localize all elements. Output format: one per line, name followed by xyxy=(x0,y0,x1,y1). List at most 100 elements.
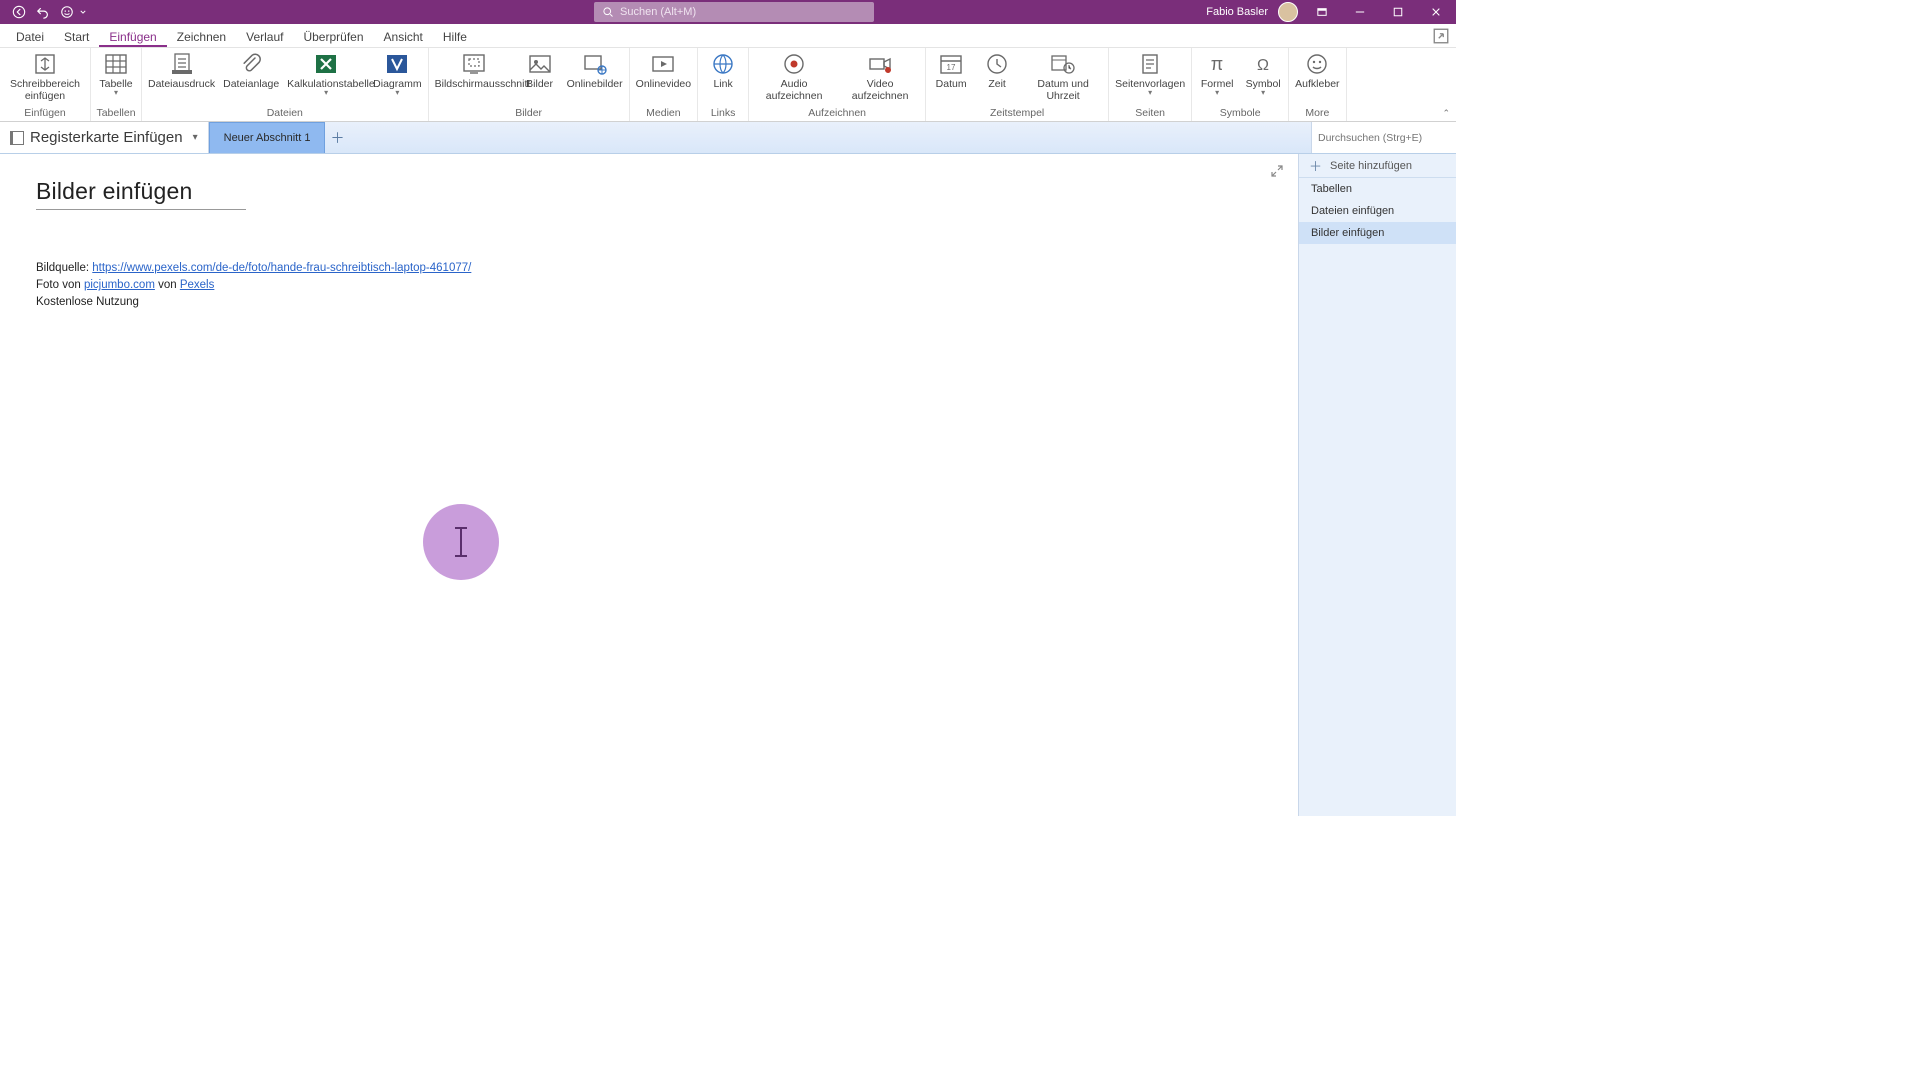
photo-prefix: Foto von xyxy=(36,279,84,291)
ribbon-audio-rec-button[interactable]: Audio aufzeichnen xyxy=(751,50,837,102)
page-list-item[interactable]: Dateien einfügen xyxy=(1299,200,1456,222)
tab-zeichnen[interactable]: Zeichnen xyxy=(167,26,236,47)
datetime-icon xyxy=(1050,52,1076,76)
pictures-icon xyxy=(527,52,553,76)
svg-text:17: 17 xyxy=(947,63,956,72)
search-box[interactable] xyxy=(594,2,874,22)
source-link[interactable]: https://www.pexels.com/de-de/foto/hande-… xyxy=(92,262,471,274)
svg-text:Ω: Ω xyxy=(1257,57,1269,74)
equation-icon: π xyxy=(1204,52,1230,76)
section-tabs-row: Registerkarte Einfügen ▾ Neuer Abschnitt… xyxy=(0,122,1456,154)
section-tab[interactable]: Neuer Abschnitt 1 xyxy=(209,122,326,153)
svg-text:π: π xyxy=(1211,54,1223,74)
ribbon-table-button[interactable]: Tabelle▾ xyxy=(93,50,139,96)
page-templates-icon xyxy=(1137,52,1163,76)
ribbon-button-label: Link xyxy=(713,78,732,90)
sticker-icon xyxy=(1304,52,1330,76)
minimize-icon[interactable] xyxy=(1346,0,1374,24)
excel-icon xyxy=(313,52,339,76)
ribbon-group-label: Aufzeichnen xyxy=(808,106,866,121)
notebook-dropdown[interactable]: Registerkarte Einfügen ▾ xyxy=(0,122,209,153)
close-icon[interactable] xyxy=(1422,0,1450,24)
search-pages-input[interactable] xyxy=(1318,132,1453,144)
page-title[interactable]: Bilder einfügen xyxy=(36,178,246,210)
ribbon-button-label: Datum und Uhrzeit xyxy=(1024,78,1102,102)
ribbon-button-label: Schreibbereich einfügen xyxy=(6,78,84,102)
ribbon-group-label: Symbole xyxy=(1220,106,1261,121)
add-section-button[interactable]: ＋ xyxy=(325,122,349,153)
page-list-item[interactable]: Bilder einfügen xyxy=(1299,222,1456,244)
ribbon-date-button[interactable]: 17Datum xyxy=(928,50,974,90)
ribbon-link-button[interactable]: Link xyxy=(700,50,746,90)
plus-icon: ＋ xyxy=(1309,156,1322,175)
ribbon-group-aufzeichnen: Audio aufzeichnenVideo aufzeichnen Aufzei… xyxy=(749,48,926,121)
undo-icon[interactable] xyxy=(36,5,50,19)
ribbon-button-label: Zeit xyxy=(988,78,1006,90)
visio-icon xyxy=(384,52,410,76)
chevron-down-icon: ▾ xyxy=(324,90,328,96)
ribbon-page-templates-button[interactable]: Seitenvorlagen▾ xyxy=(1111,50,1189,96)
tab-verlauf[interactable]: Verlauf xyxy=(236,26,293,47)
ribbon-group-symbole: πFormel▾ΩSymbol▾ Symbole xyxy=(1192,48,1289,121)
ribbon-equation-button[interactable]: πFormel▾ xyxy=(1194,50,1240,96)
notebook-icon xyxy=(10,131,24,145)
emoji-icon[interactable] xyxy=(60,5,74,19)
ribbon-group-tabellen: Tabelle▾Tabellen xyxy=(91,48,142,121)
tab-ueberpruefen[interactable]: Überprüfen xyxy=(293,26,373,47)
user-name[interactable]: Fabio Basler xyxy=(1206,6,1268,18)
avatar[interactable] xyxy=(1278,2,1298,22)
ribbon-screenclip-button[interactable]: Bildschirmausschnitt xyxy=(431,50,517,90)
ribbon-group-label: Einfügen xyxy=(24,106,65,121)
ribbon-online-video-button[interactable]: Onlinevideo xyxy=(632,50,695,90)
ribbon-excel-button[interactable]: Kalkulationstabelle▾ xyxy=(283,50,369,96)
tab-hilfe[interactable]: Hilfe xyxy=(433,26,477,47)
ribbon-group-seiten: Seitenvorlagen▾Seiten xyxy=(1109,48,1192,121)
table-icon xyxy=(103,52,129,76)
share-icon[interactable] xyxy=(1432,27,1450,45)
search-icon xyxy=(602,6,614,18)
add-page-button[interactable]: ＋ Seite hinzufügen xyxy=(1299,154,1456,178)
search-pages-box[interactable] xyxy=(1311,122,1456,153)
ribbon-sticker-button[interactable]: Aufkleber xyxy=(1291,50,1343,90)
link-icon xyxy=(710,52,736,76)
ribbon-time-button[interactable]: Zeit xyxy=(974,50,1020,90)
tab-einfuegen[interactable]: Einfügen xyxy=(99,26,166,47)
tab-start[interactable]: Start xyxy=(54,26,99,47)
ribbon-group-bilder: BildschirmausschnittBilderOnlinebilderBi… xyxy=(429,48,630,121)
page-body[interactable]: Bildquelle: https://www.pexels.com/de-de… xyxy=(36,260,1270,311)
back-icon[interactable] xyxy=(12,5,26,19)
expand-page-icon[interactable] xyxy=(1270,164,1284,178)
ribbon-attachment-button[interactable]: Dateianlage xyxy=(219,50,283,90)
ribbon-online-pictures-button[interactable]: Onlinebilder xyxy=(563,50,627,90)
ribbon-visio-button[interactable]: Diagramm▾ xyxy=(369,50,425,96)
page-canvas[interactable]: Bilder einfügen Bildquelle: https://www.… xyxy=(0,154,1298,816)
chevron-down-icon: ▾ xyxy=(193,132,198,143)
tab-ansicht[interactable]: Ansicht xyxy=(374,26,433,47)
ribbon-display-icon[interactable] xyxy=(1308,0,1336,24)
symbol-icon: Ω xyxy=(1250,52,1276,76)
ribbon-datetime-button[interactable]: Datum und Uhrzeit xyxy=(1020,50,1106,102)
license-text: Kostenlose Nutzung xyxy=(36,294,1270,311)
ribbon-file-printout-button[interactable]: Dateiausdruck xyxy=(144,50,219,90)
ribbon-button-label: Audio aufzeichnen xyxy=(755,78,833,102)
add-page-label: Seite hinzufügen xyxy=(1330,160,1412,172)
ribbon-symbol-button[interactable]: ΩSymbol▾ xyxy=(1240,50,1286,96)
page-list-item[interactable]: Tabellen xyxy=(1299,178,1456,200)
tab-datei[interactable]: Datei xyxy=(6,26,54,47)
ribbon-pictures-button[interactable]: Bilder xyxy=(517,50,563,90)
chevron-down-icon: ▾ xyxy=(395,90,399,96)
video-rec-icon xyxy=(867,52,893,76)
site-link[interactable]: Pexels xyxy=(180,279,215,291)
author-link[interactable]: picjumbo.com xyxy=(84,279,155,291)
chevron-down-icon: ▾ xyxy=(114,90,118,96)
online-pictures-icon xyxy=(582,52,608,76)
cursor-indicator xyxy=(423,504,499,580)
qat-dropdown-icon[interactable] xyxy=(80,5,86,19)
ribbon-insert-space-button[interactable]: Schreibbereich einfügen xyxy=(2,50,88,102)
maximize-icon[interactable] xyxy=(1384,0,1412,24)
collapse-ribbon-icon[interactable]: ⌃ xyxy=(1442,108,1450,119)
search-input[interactable] xyxy=(620,6,866,18)
ribbon-video-rec-button[interactable]: Video aufzeichnen xyxy=(837,50,923,102)
audio-rec-icon xyxy=(781,52,807,76)
chevron-down-icon: ▾ xyxy=(1148,90,1152,96)
